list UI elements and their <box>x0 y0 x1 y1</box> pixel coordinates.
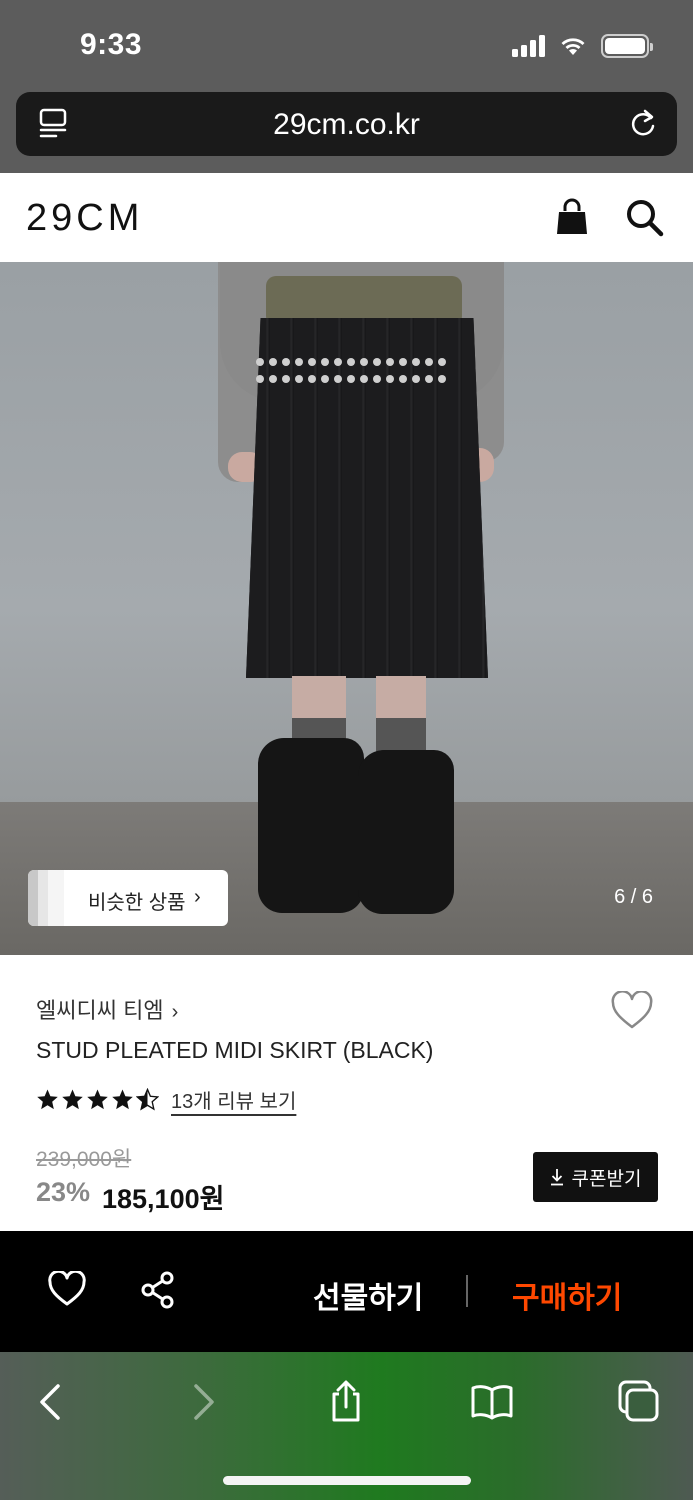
divider <box>466 1275 468 1307</box>
similar-thumbnails-icon <box>28 870 64 926</box>
brand-link[interactable]: 엘씨디씨 티엠 › <box>36 993 178 1025</box>
reload-icon[interactable] <box>627 106 659 142</box>
similar-products-button[interactable]: 비슷한 상품 › <box>28 870 228 926</box>
download-icon <box>550 1169 563 1186</box>
forward-icon[interactable] <box>180 1380 224 1424</box>
logo[interactable]: 29CM <box>26 197 143 240</box>
home-indicator[interactable] <box>223 1476 471 1485</box>
image-boot-right <box>358 750 454 914</box>
battery-icon <box>601 34 653 58</box>
reviews-link[interactable]: 13개 리뷰 보기 <box>171 1085 296 1114</box>
search-icon[interactable] <box>624 197 664 237</box>
coupon-label: 쿠폰받기 <box>571 1168 642 1190</box>
url-text[interactable]: 29cm.co.kr <box>16 108 677 142</box>
purchase-action-bar: 선물하기 구매하기 <box>0 1231 693 1352</box>
image-boot-left <box>258 738 364 913</box>
gift-button[interactable]: 선물하기 <box>313 1273 423 1317</box>
original-price: 239,000원 <box>36 1148 132 1171</box>
share-icon[interactable] <box>140 1271 176 1309</box>
product-image[interactable]: 비슷한 상품 › 6 / 6 <box>0 262 693 955</box>
product-info: 엘씨디씨 티엠 › STUD PLEATED MIDI SKIRT (BLACK)… <box>0 955 693 1231</box>
image-studs <box>256 358 452 388</box>
chevron-right-icon: › <box>171 1001 179 1023</box>
star-icon <box>62 1089 83 1110</box>
star-icon <box>87 1089 108 1110</box>
site-header: 29CM <box>0 173 693 262</box>
wifi-icon <box>561 38 585 55</box>
similar-products-label: 비슷한 상품 <box>88 892 186 914</box>
status-bar: 9:33 <box>0 0 693 90</box>
rating: 13개 리뷰 보기 <box>36 1085 296 1114</box>
discount-rate: 23% <box>36 1177 91 1207</box>
url-bar[interactable]: 29cm.co.kr <box>16 92 677 156</box>
page-indicator: 6 / 6 <box>614 886 653 908</box>
shopping-bag-icon[interactable] <box>553 198 591 236</box>
signal-icon <box>512 35 545 57</box>
heart-icon[interactable] <box>610 991 654 1031</box>
product-title: STUD PLEATED MIDI SKIRT (BLACK) <box>36 1037 434 1063</box>
heart-icon[interactable] <box>48 1271 86 1307</box>
status-time: 9:33 <box>80 28 143 61</box>
buy-button[interactable]: 구매하기 <box>512 1273 622 1317</box>
chevron-right-icon: › <box>194 886 201 908</box>
brand-name: 엘씨디씨 티엠 <box>36 998 164 1023</box>
back-icon[interactable] <box>30 1380 74 1424</box>
star-half-icon <box>136 1088 159 1111</box>
star-icon <box>112 1089 133 1110</box>
tabs-icon[interactable] <box>616 1380 660 1424</box>
share-up-icon[interactable] <box>324 1380 368 1424</box>
coupon-button[interactable]: 쿠폰받기 <box>533 1152 658 1202</box>
rating-stars <box>36 1088 159 1111</box>
star-icon <box>37 1089 58 1110</box>
status-icons <box>512 34 653 58</box>
bookmarks-icon[interactable] <box>470 1380 514 1424</box>
sale-price: 185,100원 <box>102 1184 225 1214</box>
